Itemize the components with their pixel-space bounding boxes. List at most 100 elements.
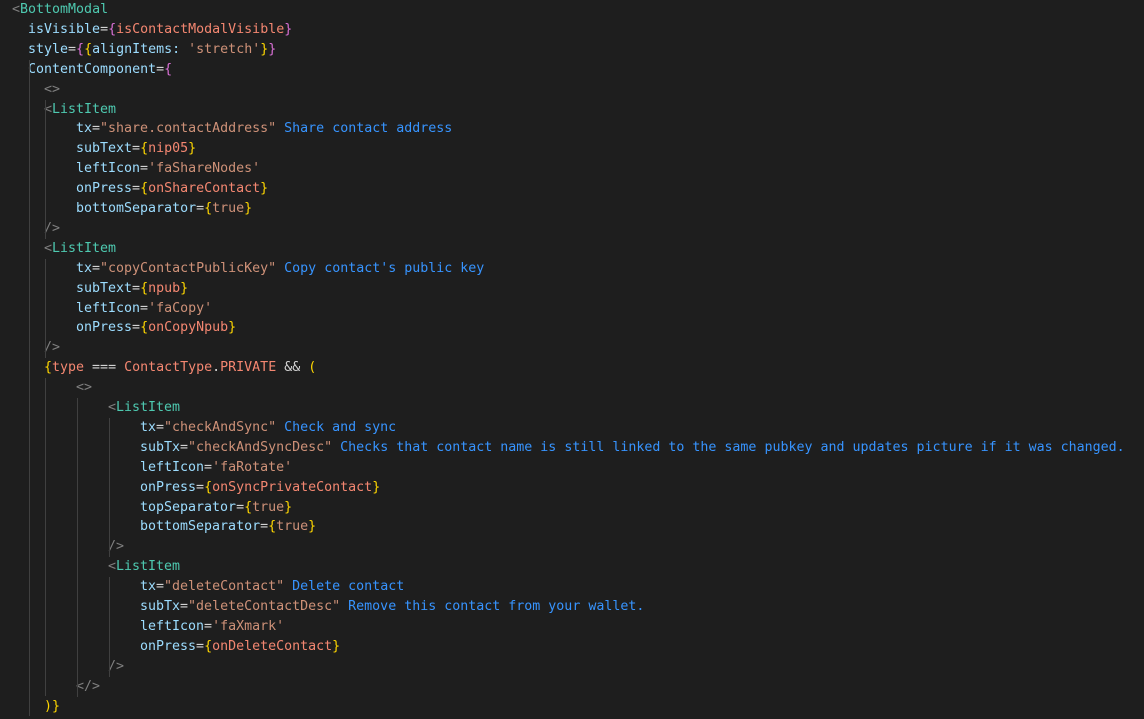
code-token: bottomSeparator (140, 519, 261, 535)
code-token: = (196, 201, 205, 216)
code-token: true (212, 201, 245, 216)
code-token: } (228, 320, 237, 336)
code-line[interactable]: style={{alignItems: 'stretch'}} (28, 40, 276, 60)
code-token: subTx (140, 439, 181, 455)
code-editor[interactable]: <BottomModal isVisible={isContactModalVis… (0, 0, 1144, 719)
code-token: true (252, 499, 285, 515)
code-token: leftIcon (140, 618, 205, 634)
code-line[interactable]: <ListItem (108, 398, 180, 418)
code-token: = (196, 479, 205, 495)
code-line[interactable]: /> (44, 219, 60, 239)
code-line[interactable]: /> (44, 338, 60, 358)
code-line[interactable]: leftIcon='faXmark' (140, 617, 284, 637)
code-token: Checks that contact name is still linked… (332, 439, 1125, 455)
indent-guide (45, 258, 46, 359)
code-line[interactable]: subTx="deleteContactDesc" Remove this co… (140, 597, 644, 617)
code-line[interactable]: onPress={onShareContact} (76, 179, 268, 199)
code-token: subText (76, 280, 133, 296)
code-line[interactable]: topSeparator={true} (140, 498, 292, 518)
code-token: } (52, 698, 61, 714)
code-token: ListItem (116, 559, 181, 575)
code-line[interactable]: isVisible={isContactModalVisible} (28, 20, 292, 40)
code-token: "checkAndSync" (164, 419, 277, 435)
code-line[interactable]: tx="deleteContact" Delete contact (140, 577, 404, 597)
code-line[interactable]: <> (76, 378, 92, 398)
code-token: tx (76, 260, 93, 276)
code-token: ListItem (116, 400, 181, 415)
code-token: "deleteContactDesc" (188, 599, 341, 614)
code-token: = (180, 599, 189, 614)
indent-guide (45, 99, 46, 239)
code-token: < (108, 400, 117, 415)
indent-guide (109, 417, 110, 558)
code-line[interactable]: )} (44, 697, 60, 717)
code-line[interactable]: subTx="checkAndSyncDesc" Checks that con… (140, 438, 1125, 458)
code-line[interactable]: onPress={onCopyNpub} (76, 318, 236, 338)
code-token: { (44, 360, 53, 376)
code-token: { (204, 638, 213, 654)
code-token: subTx (140, 599, 181, 614)
code-line[interactable]: <ListItem (44, 100, 116, 120)
code-token: = (180, 439, 189, 455)
code-token: "deleteContact" (164, 579, 285, 595)
code-token: "copyContactPublicKey" (100, 260, 277, 276)
code-token: <> (76, 380, 93, 396)
code-token: leftIcon (76, 300, 141, 316)
code-token: { (84, 41, 93, 57)
code-line[interactable]: ContentComponent={ (28, 60, 172, 80)
code-line[interactable]: subText={npub} (76, 279, 188, 299)
code-token: { (268, 519, 277, 535)
code-line[interactable]: onPress={onDeleteContact} (140, 637, 340, 657)
code-token: </> (76, 678, 101, 694)
code-token: true (276, 519, 309, 535)
code-token: { (204, 201, 213, 216)
code-token: tx (76, 121, 93, 137)
code-token: } (188, 141, 197, 157)
code-line[interactable]: <BottomModal (12, 0, 108, 20)
code-token: } (308, 519, 317, 535)
code-line[interactable]: <ListItem (44, 239, 116, 259)
code-token: } (284, 499, 293, 515)
code-token: = (132, 141, 141, 157)
code-token: Share contact address (276, 121, 453, 137)
code-line[interactable]: bottomSeparator={true} (140, 517, 316, 537)
code-line[interactable]: </> (76, 677, 100, 697)
code-token: onPress (76, 181, 133, 197)
code-line[interactable]: tx="checkAndSync" Check and sync (140, 418, 396, 438)
code-token: = (132, 181, 141, 197)
code-line[interactable]: bottomSeparator={true} (76, 199, 252, 219)
indent-guide (29, 59, 30, 717)
code-line[interactable]: leftIcon='faCopy' (76, 299, 212, 319)
code-line[interactable]: tx="share.contactAddress" Share contact … (76, 119, 452, 139)
code-line[interactable]: subText={nip05} (76, 139, 196, 159)
code-line[interactable]: <ListItem (108, 557, 180, 577)
code-token: { (204, 479, 213, 495)
code-line[interactable]: leftIcon='faRotate' (140, 458, 292, 478)
code-line[interactable]: <> (44, 80, 60, 100)
code-line[interactable]: /> (108, 657, 124, 677)
code-token: Check and sync (276, 419, 397, 435)
code-token: = (196, 638, 205, 654)
code-line[interactable]: tx="copyContactPublicKey" Copy contact's… (76, 259, 484, 279)
code-token: = (92, 121, 101, 137)
code-token: ListItem (52, 240, 117, 256)
code-token: { (140, 320, 149, 336)
code-token: onCopyNpub (148, 320, 229, 336)
code-line[interactable]: /> (108, 537, 124, 557)
code-token: = (140, 300, 149, 316)
code-line[interactable]: onPress={onSyncPrivateContact} (140, 478, 380, 498)
code-token: } (180, 280, 189, 296)
code-line[interactable]: {type === ContactType.PRIVATE && ( (44, 358, 316, 378)
code-token: npub (148, 280, 181, 296)
code-token: /> (108, 658, 125, 674)
code-token: 'faXmark' (212, 618, 285, 634)
code-token: PRIVATE (220, 360, 277, 376)
code-token: < (108, 559, 117, 575)
code-token: ContentComponent (28, 61, 157, 77)
code-token: === (84, 360, 125, 376)
code-token: /> (44, 220, 61, 236)
code-line[interactable]: leftIcon='faShareNodes' (76, 159, 260, 179)
code-token: leftIcon (140, 459, 205, 475)
code-token: onShareContact (148, 181, 261, 197)
code-token: onPress (140, 479, 197, 495)
